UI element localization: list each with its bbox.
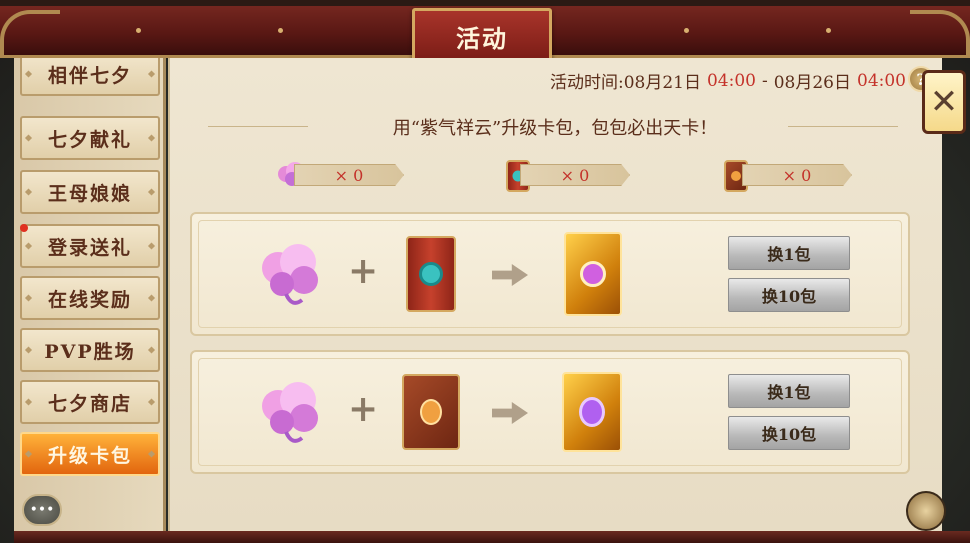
tab-pvp-shengchang[interactable]: PVP胜场 (20, 328, 160, 372)
exchange-1-pack-button[interactable]: 换1包 (728, 236, 850, 270)
tab-qixi-shangdian[interactable]: 七夕商店 (20, 380, 160, 424)
event-time-separator: - (761, 70, 768, 91)
tab-wangmu-niangniang[interactable]: 王母娘娘 (20, 170, 160, 214)
tab-xiangban-qixi[interactable]: 相伴七夕 (20, 58, 160, 96)
event-end-date: 08月26日 (773, 73, 851, 93)
tab-label: 相伴七夕 (47, 64, 132, 87)
inventory-count: × 0 (520, 164, 630, 186)
sidebar: 相伴七夕 七夕献礼 王母娘娘 登录送礼 在线奖励 PVP胜场 七夕商店 升级卡包… (14, 58, 166, 532)
frame-corner-left (0, 10, 60, 56)
inventory-bar: × 0 × 0 × 0 (168, 158, 942, 192)
red-card-pack-icon (406, 236, 456, 312)
tab-label: 登录送礼 (47, 236, 132, 259)
tab-shengji-kabao[interactable]: 升级卡包 (20, 432, 160, 476)
recipe-row: + 换1包 换10包 (190, 212, 910, 336)
plus-sign: + (348, 388, 379, 430)
purple-cloud-icon (262, 382, 318, 443)
purple-cloud-icon (262, 244, 318, 305)
exchange-1-pack-button[interactable]: 换1包 (728, 374, 850, 408)
inventory-count: × 0 (742, 164, 852, 186)
arrow-right-icon (492, 264, 528, 286)
tab-label: 升级卡包 (47, 444, 132, 467)
frame-stud (278, 28, 283, 33)
recipe-row: + 换1包 换10包 (190, 350, 910, 474)
notification-dot (20, 224, 28, 232)
bottom-frame (14, 531, 970, 543)
tab-label: 七夕献礼 (47, 128, 132, 151)
character-avatar-icon[interactable] (906, 491, 946, 531)
event-time-label: 活动时间:08月21日 (549, 73, 701, 93)
inventory-count: × 0 (294, 164, 404, 186)
divider-right (788, 126, 898, 127)
tab-label: 在线奖励 (47, 288, 132, 311)
close-button[interactable]: ✕ (922, 70, 966, 134)
event-subtitle: 用“紫气祥云”升级卡包，包包必出天卡！ (392, 118, 718, 139)
event-time: 活动时间:08月21日 04:00 - 08月26日 04:00 (549, 68, 906, 94)
tab-zaixian-jiangli[interactable]: 在线奖励 (20, 276, 160, 320)
window-title: 活动 (456, 23, 508, 53)
frame-stud (684, 28, 689, 33)
golden-upgraded-pack-icon (564, 232, 622, 316)
event-start-time: 04:00 (706, 70, 756, 91)
plus-sign: + (348, 250, 379, 292)
window-title-plaque: 活动 (412, 8, 552, 64)
chat-bubble-icon[interactable]: ••• (22, 494, 62, 526)
tab-label: 七夕商店 (47, 392, 132, 415)
tab-denglu-songli[interactable]: 登录送礼 (20, 224, 160, 268)
arrow-right-icon (492, 402, 528, 424)
tab-label: 王母娘娘 (47, 182, 132, 205)
exchange-10-pack-button[interactable]: 换10包 (728, 278, 850, 312)
main-panel: 活动时间:08月21日 04:00 - 08月26日 04:00 ? 用“紫气祥… (168, 58, 942, 532)
golden-card-pack-icon (562, 372, 622, 452)
frame-stud (136, 28, 141, 33)
tab-label: PVP胜场 (44, 340, 136, 363)
event-end-time: 04:00 (857, 70, 906, 91)
tab-qixi-xianli[interactable]: 七夕献礼 (20, 116, 160, 160)
brown-card-pack-icon (402, 374, 460, 450)
frame-stud (826, 28, 831, 33)
exchange-10-pack-button[interactable]: 换10包 (728, 416, 850, 450)
